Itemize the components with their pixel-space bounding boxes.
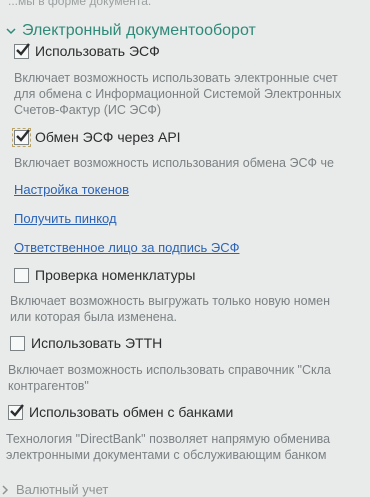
nomenclature-check-label: Проверка номенклатуры xyxy=(35,267,196,283)
section-title: Электронный документооборот xyxy=(22,22,256,39)
chevron-down-icon xyxy=(6,28,16,35)
description-line: Включает возможность использовать электр… xyxy=(14,71,338,85)
esf-api-description: Включает возможность использования обмен… xyxy=(14,155,334,171)
description-line: электронными документами с обслуживающим… xyxy=(6,448,327,462)
bank-exchange-description: Технология "DirectBank" позволяет напрям… xyxy=(6,431,330,463)
use-ettn-label: Использовать ЭТТН xyxy=(31,335,163,351)
chevron-right-icon xyxy=(2,484,9,495)
use-esf-label: Использовать ЭСФ xyxy=(35,43,160,59)
checkmark-icon xyxy=(16,128,30,142)
description-line: или которая была изменена. xyxy=(10,310,178,324)
esf-api-checkbox[interactable] xyxy=(12,127,31,147)
checkbox-row-use-ettn[interactable]: Использовать ЭТТН xyxy=(10,335,162,351)
bank-exchange-checkbox[interactable] xyxy=(8,403,24,420)
nomenclature-check-checkbox[interactable] xyxy=(14,267,29,283)
next-section-title: Валютный учет xyxy=(16,482,109,497)
description-line: Счетов-Фактур (ИС ЭСФ) xyxy=(14,103,162,117)
nomenclature-check-description: Включает возможность выгружать только но… xyxy=(10,293,330,325)
use-esf-description: Включает возможность использовать электр… xyxy=(14,70,341,118)
description-line: Технология "DirectBank" позволяет напрям… xyxy=(6,432,331,446)
description-line: Включает возможность использования обмен… xyxy=(14,156,334,170)
description-line: Включает возможность выгружать только но… xyxy=(10,294,331,308)
checkmark-icon xyxy=(16,42,30,56)
use-ettn-checkbox[interactable] xyxy=(10,335,25,351)
description-line: Включает возможность использовать справо… xyxy=(8,363,331,377)
next-section-header[interactable]: Валютный учет xyxy=(0,482,108,497)
use-esf-checkbox[interactable] xyxy=(14,42,30,59)
checkbox-row-esf-api[interactable]: Обмен ЭСФ через API xyxy=(12,127,181,147)
description-line: контрагентов" xyxy=(8,379,89,393)
use-ettn-description: Включает возможность использовать справо… xyxy=(8,362,331,394)
checkbox-row-nomenclature-check[interactable]: Проверка номенклатуры xyxy=(14,267,195,283)
section-header[interactable]: Электронный документооборот xyxy=(6,22,256,40)
checkmark-icon xyxy=(10,403,24,417)
esf-api-label: Обмен ЭСФ через API xyxy=(35,129,181,145)
bank-exchange-label: Использовать обмен с банками xyxy=(29,404,234,420)
checkbox-row-use-esf[interactable]: Использовать ЭСФ xyxy=(14,42,160,59)
get-pincode-link[interactable]: Получить пинкод xyxy=(14,211,117,226)
top-partial-text: ...мы в форме документа. xyxy=(8,0,152,8)
responsible-person-link[interactable]: Ответственное лицо за подпись ЭСФ xyxy=(14,240,239,255)
tokens-settings-link[interactable]: Настройка токенов xyxy=(14,182,129,197)
checkbox-row-bank-exchange[interactable]: Использовать обмен с банками xyxy=(8,403,234,420)
description-line: для обмена с Информационной Системой Эле… xyxy=(14,87,342,101)
